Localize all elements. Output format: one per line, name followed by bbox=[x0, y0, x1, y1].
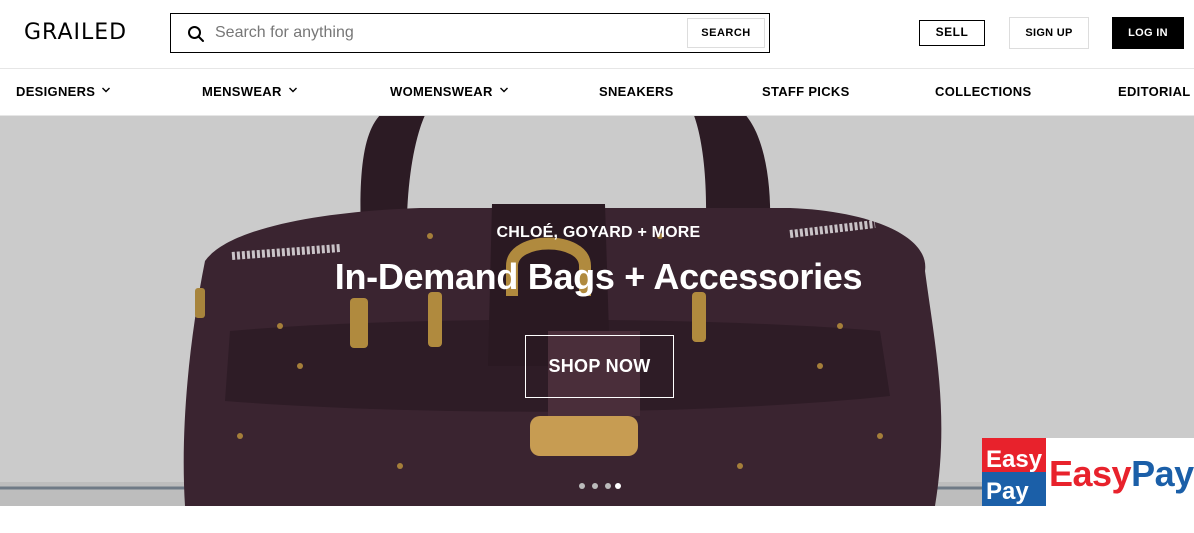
search-button[interactable]: SEARCH bbox=[687, 18, 765, 48]
chevron-down-icon bbox=[499, 87, 508, 93]
nav-item-label: STAFF PICKS bbox=[762, 84, 850, 99]
sign-up-button[interactable]: SIGN UP bbox=[1009, 17, 1089, 49]
nav-item-designers[interactable]: DESIGNERS bbox=[16, 84, 111, 99]
hero-eyebrow: CHLOÉ, GOYARD + MORE bbox=[496, 224, 701, 241]
main-nav: DESIGNERS MENSWEAR WOMENSWEAR SNEAKERS S… bbox=[0, 68, 1194, 116]
easypay-word-pay: Pay bbox=[1131, 453, 1194, 494]
log-in-button[interactable]: LOG IN bbox=[1112, 17, 1184, 49]
site-header: GRAILED SEARCH SELL SIGN UP LOG IN bbox=[0, 0, 1194, 68]
search-bar: SEARCH bbox=[170, 13, 770, 53]
nav-item-staff-picks[interactable]: STAFF PICKS bbox=[762, 84, 850, 99]
nav-item-label: WOMENSWEAR bbox=[390, 84, 493, 99]
carousel-dot-active[interactable] bbox=[615, 483, 621, 489]
carousel-dot[interactable] bbox=[605, 483, 611, 489]
nav-item-label: COLLECTIONS bbox=[935, 84, 1032, 99]
easypay-wordmark: EasyPay bbox=[1049, 453, 1194, 495]
grailed-logo[interactable]: GRAILED bbox=[24, 20, 127, 45]
nav-item-label: EDITORIAL bbox=[1118, 84, 1191, 99]
chevron-down-icon bbox=[102, 87, 111, 93]
nav-item-editorial[interactable]: EDITORIAL bbox=[1118, 84, 1191, 99]
easypay-badge-line2: Pay bbox=[986, 478, 1029, 505]
nav-item-menswear[interactable]: MENSWEAR bbox=[202, 84, 298, 99]
search-icon bbox=[188, 26, 204, 42]
easypay-logo-icon: Easy Pay bbox=[982, 438, 1046, 506]
sell-button[interactable]: SELL bbox=[919, 20, 985, 46]
nav-item-label: MENSWEAR bbox=[202, 84, 282, 99]
nav-item-sneakers[interactable]: SNEAKERS bbox=[599, 84, 674, 99]
nav-item-womenswear[interactable]: WOMENSWEAR bbox=[390, 84, 509, 99]
carousel-dot[interactable] bbox=[592, 483, 598, 489]
nav-item-collections[interactable]: COLLECTIONS bbox=[935, 84, 1031, 99]
chevron-down-icon bbox=[288, 87, 297, 93]
shop-now-button[interactable]: SHOP NOW bbox=[525, 335, 674, 398]
easypay-widget[interactable]: Easy Pay EasyPay bbox=[982, 438, 1194, 506]
easypay-badge-line1: Easy bbox=[986, 446, 1043, 473]
nav-item-label: DESIGNERS bbox=[16, 84, 96, 99]
search-input[interactable] bbox=[215, 20, 675, 46]
nav-item-label: SNEAKERS bbox=[599, 84, 674, 99]
easypay-word-easy: Easy bbox=[1049, 453, 1132, 494]
carousel-dot[interactable] bbox=[579, 483, 585, 489]
hero-title: In-Demand Bags + Accessories bbox=[334, 256, 863, 297]
